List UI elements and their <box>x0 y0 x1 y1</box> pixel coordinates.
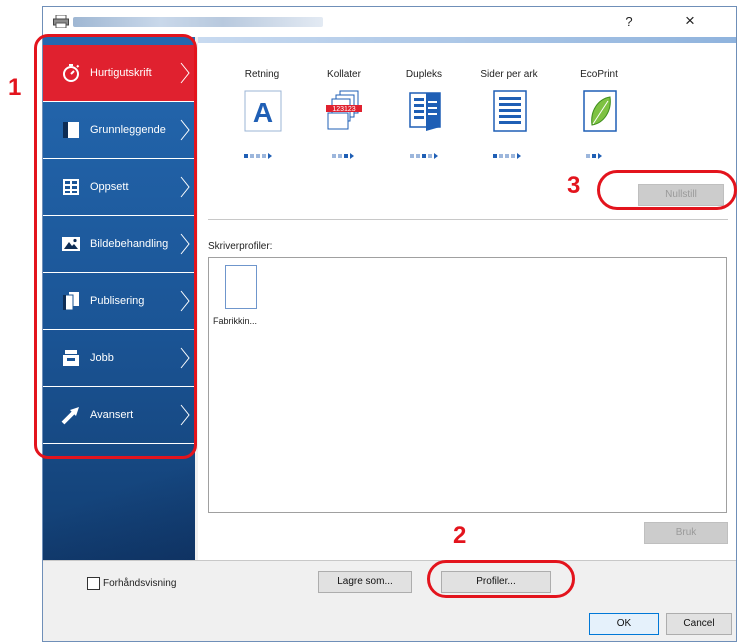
feature-dots-retning <box>244 150 272 160</box>
profiles-list[interactable]: Fabrikkin... <box>208 257 727 513</box>
dot-arrow <box>517 153 521 160</box>
apply-button[interactable]: Bruk <box>644 522 728 544</box>
callout-number-3: 3 <box>567 172 581 199</box>
feature-label-dupleks: Dupleks <box>405 69 443 80</box>
callout-number-1: 1 <box>8 74 22 101</box>
callout-ring-reset <box>597 170 737 210</box>
profiles-label: Skriverprofiler: <box>208 241 273 252</box>
dot-indicator <box>250 154 254 159</box>
profile-card[interactable] <box>225 265 257 309</box>
help-button[interactable]: ? <box>619 14 639 30</box>
feature-dots-dupleks <box>410 150 438 160</box>
dot-indicator <box>511 154 515 159</box>
preview-label: Forhåndsvisning <box>103 578 177 589</box>
leaf-icon[interactable] <box>578 89 622 133</box>
feature-dots-kollater <box>332 150 354 160</box>
orientation-a-icon[interactable]: A <box>241 89 285 133</box>
feature-label-kollater: Kollater <box>327 69 361 80</box>
dot-indicator <box>344 154 348 159</box>
callout-number-2: 2 <box>453 522 467 549</box>
printer-icon <box>53 15 69 28</box>
footer-divider <box>43 560 736 561</box>
dot-indicator <box>338 154 342 159</box>
callout-ring-profiles <box>427 560 575 598</box>
feature-dots-sider-per-ark <box>493 150 521 160</box>
dot-indicator <box>244 154 248 159</box>
divider <box>208 219 728 220</box>
close-button[interactable]: × <box>679 11 701 31</box>
dot-indicator <box>256 154 260 159</box>
collate-badge-text: 123123 <box>332 106 355 113</box>
main-panel: Retning A Kollater 123123 Dupleks Sider … <box>198 37 736 560</box>
svg-text:A: A <box>253 97 273 128</box>
dot-indicator <box>422 154 426 159</box>
feature-dots-ecoprint <box>586 150 602 160</box>
collate-icon[interactable]: 123123 <box>322 89 366 133</box>
save-as-button[interactable]: Lagre som... <box>318 571 412 593</box>
callout-ring-sidebar <box>34 34 197 459</box>
feature-label-sider-per-ark: Sider per ark <box>480 69 538 80</box>
dot-arrow <box>598 153 602 160</box>
cancel-button[interactable]: Cancel <box>666 613 732 635</box>
duplex-icon[interactable] <box>402 89 446 133</box>
dot-indicator <box>416 154 420 159</box>
dot-arrow <box>350 153 354 160</box>
feature-label-ecoprint: EcoPrint <box>580 69 618 80</box>
dot-indicator <box>410 154 414 159</box>
window-title-blurred <box>73 17 323 27</box>
preview-checkbox[interactable] <box>87 577 100 590</box>
dot-indicator <box>505 154 509 159</box>
dot-indicator <box>592 154 596 159</box>
dot-indicator <box>499 154 503 159</box>
dot-indicator <box>586 154 590 159</box>
dot-arrow <box>434 153 438 160</box>
profile-name: Fabrikkin... <box>213 316 258 326</box>
dot-indicator <box>428 154 432 159</box>
header-band <box>198 37 736 43</box>
dot-indicator <box>332 154 336 159</box>
pages-per-sheet-icon[interactable] <box>488 89 532 133</box>
dot-indicator <box>262 154 266 159</box>
feature-label-retning: Retning <box>244 69 280 80</box>
dot-arrow <box>268 153 272 160</box>
title-bar: ? × <box>43 7 736 37</box>
dot-indicator <box>493 154 497 159</box>
ok-button[interactable]: OK <box>589 613 659 635</box>
